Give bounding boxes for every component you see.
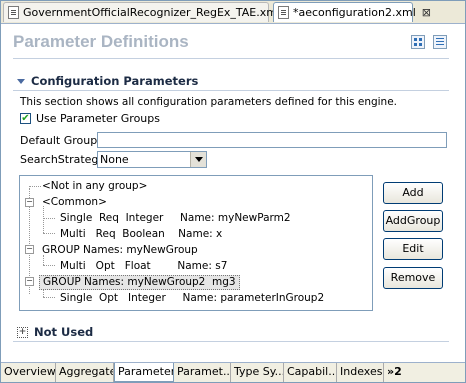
default-group-label: Default Group [20,134,98,147]
editor-tab-bar: GovernmentOfficialRecognizer_RegEx_TAE.x… [1,1,465,24]
horizontal-layout-icon[interactable] [411,35,425,49]
tab-parameters[interactable]: Parameters [114,363,174,382]
tab-government-official-recognizer[interactable]: GovernmentOfficialRecognizer_RegEx_TAE.x… [3,2,295,22]
collapse-icon[interactable]: − [25,198,34,207]
add-button[interactable]: Add [383,182,443,204]
section-title: Not Used [34,325,94,339]
tree-node-not-in-group[interactable]: <Not in any group> [42,179,147,194]
tab-indexes[interactable]: Indexes [337,363,384,382]
tab-aeconfiguration2[interactable]: *aeconfiguration2.xml ⊠ [273,2,431,22]
checkbox-label: Use Parameter Groups [36,112,160,125]
use-parameter-groups-checkbox[interactable]: ✔ Use Parameter Groups [20,112,160,125]
tree-line [29,186,41,187]
remove-button[interactable]: Remove [383,267,443,289]
search-strategy-label: SearchStrategy [20,153,105,166]
tree-line [43,233,55,234]
tab-capabilities[interactable]: Capabil... [284,363,337,382]
chevron-down-icon[interactable] [190,152,206,167]
edit-button[interactable]: Edit [383,238,443,260]
checkmark-icon[interactable]: ✔ [20,113,31,124]
tab-overview[interactable]: Overview [1,363,56,382]
vertical-layout-icon[interactable] [433,35,447,49]
tree-node-parameter[interactable]: Multi Req Boolean Name: x [60,227,222,242]
tree-line [43,206,44,233]
xml-file-icon [278,6,289,19]
expanded-twisty-icon[interactable] [17,78,25,84]
title-divider [13,58,449,59]
default-group-field[interactable] [97,132,447,148]
search-strategy-select[interactable]: None [97,151,207,168]
tree-node-parameter[interactable]: Single Req Integer Name: myNewParm2 [60,211,291,226]
section-description: This section shows all configuration par… [20,96,398,108]
section-divider [13,341,449,342]
section-header-not-used[interactable]: + Not Used [17,325,93,339]
section-title: Configuration Parameters [31,74,199,88]
search-strategy-value: None [100,153,129,166]
tab-label: GovernmentOfficialRecognizer_RegEx_TAE.x… [23,6,281,19]
section-header-configuration-parameters[interactable]: Configuration Parameters [17,74,198,88]
tab-parameter-settings[interactable]: Paramet... [174,363,231,382]
page-tab-bar: Overview Aggregate Parameters Paramet...… [1,362,465,382]
tree-node-common[interactable]: <Common> [42,195,107,210]
tab-label: *aeconfiguration2.xml [293,6,416,19]
add-group-button[interactable]: AddGroup [383,210,443,232]
tab-aggregate[interactable]: Aggregate [56,363,114,382]
xml-file-icon [8,6,19,19]
close-icon[interactable]: ⊠ [422,6,431,19]
editor-window: GovernmentOfficialRecognizer_RegEx_TAE.x… [0,0,466,383]
expand-icon[interactable]: + [17,326,28,338]
collapse-icon[interactable]: − [25,245,34,254]
parameters-tree[interactable]: − − − <Not in any group> <Common> Single… [19,175,373,311]
more-tabs-button[interactable]: »2 [384,363,412,382]
tab-type-system[interactable]: Type Sy... [231,363,284,382]
tree-line [43,265,55,266]
tree-node-parameter[interactable]: Multi Opt Float Name: s7 [60,259,227,274]
collapse-icon[interactable]: − [25,277,34,286]
tree-line [43,297,55,298]
tree-node-group-selected[interactable]: GROUP Names: myNewGroup2 mg3 [39,275,240,290]
tree-node-parameter[interactable]: Single Opt Integer Name: parameterInGrou… [60,291,324,306]
page-title: Parameter Definitions [13,32,189,51]
section-divider [13,90,449,91]
tree-line [43,218,55,219]
tree-node-group[interactable]: GROUP Names: myNewGroup [42,243,198,258]
